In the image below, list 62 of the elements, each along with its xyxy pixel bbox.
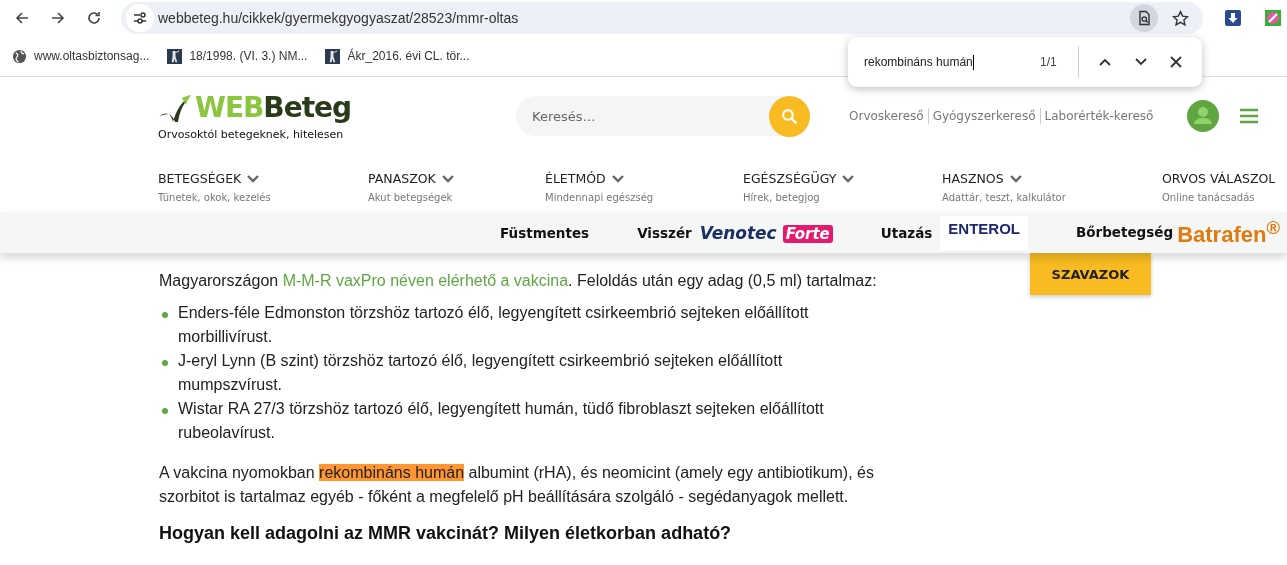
nav-menu-item[interactable]: PANASZOK: [368, 171, 436, 186]
bookmark-favicon-icon: [167, 48, 183, 64]
vote-button[interactable]: SZAVAZOK: [1030, 253, 1151, 295]
search-icon: [781, 108, 798, 125]
list-item: J-eryl Lynn (B szint) törzshöz tartozó élő, legyengített csirkeembrió sejteken előállított mumpszvírust.: [178, 351, 784, 395]
section-heading: Hogyan kell adagolni az MMR vakcinát? Milyen életkorban adható?: [159, 522, 733, 545]
previous-match-icon[interactable]: [1098, 57, 1112, 67]
site-settings-icon[interactable]: [126, 4, 154, 32]
brand-logo[interactable]: Venotec Forte: [699, 222, 833, 243]
next-match-icon[interactable]: [1134, 57, 1148, 67]
nav-subtitle: Online tanácsadás: [1162, 192, 1256, 203]
nav-menu-item[interactable]: HASZNOS: [942, 171, 1004, 186]
logo-swoosh-icon: [158, 93, 192, 124]
nav-subtitle: Tünetek, okok, kezelés: [158, 192, 272, 203]
match-count: 1/1: [1040, 55, 1058, 69]
nav-subtitle: Adattár, teszt, kalkulátor: [942, 192, 1067, 203]
nav-menu-item[interactable]: BETEGSÉGEK: [158, 171, 242, 186]
chevron-icon[interactable]: [842, 174, 855, 183]
bookmark[interactable]: 18/1998. (VI. 3.) NM...: [167, 48, 308, 64]
bookmark[interactable]: www.oltasbiztonsag...: [12, 48, 150, 64]
promo-link[interactable]: Bőrbetegség: [1075, 224, 1174, 241]
nav-subtitle: Mindennapi egészség: [545, 192, 655, 203]
promo-link[interactable]: Füstmentes: [500, 224, 590, 241]
address-bar[interactable]: webbeteg.hu/cikkek/gyermekgyogyaszat/28523/mmr-oltas: [121, 2, 1203, 34]
bookmark-favicon-icon: [325, 48, 341, 64]
reload-icon[interactable]: [86, 10, 102, 26]
nav-menu-item[interactable]: ÉLETMÓD: [545, 171, 606, 186]
promo-link[interactable]: Utazás: [880, 224, 933, 241]
tagline: Orvosoktól betegeknek, hitelesen: [158, 127, 345, 141]
nav-subtitle: Akut betegségek: [368, 192, 454, 203]
globe-icon: [12, 48, 27, 64]
brand-logo[interactable]: ENTEROL: [940, 215, 1028, 250]
paragraph: A vakcina nyomokban rekombináns humán albumint (rHA), és neomicint (amely egy antibiotikum), és szorbitot is tartalmaz egyéb - főként a megfelelő pH beállítására szolgáló - segédanyagok mellett.: [159, 463, 875, 507]
quick-link[interactable]: Gyógyszerkereső: [928, 109, 1040, 123]
star-icon[interactable]: [1172, 9, 1189, 27]
quick-link[interactable]: Orvoskereső: [849, 109, 928, 123]
list-item: Wistar RA 27/3 törzshöz tartozó élő, legyengített humán, tüdő fibroblaszt sejteken előállított rubeolavírust.: [178, 399, 825, 443]
menu-icon[interactable]: [1240, 108, 1259, 124]
close-icon[interactable]: [1170, 56, 1182, 68]
nav-subtitle: Hírek, betegjog: [743, 192, 821, 203]
user-avatar-icon[interactable]: [1187, 100, 1220, 132]
site-logo[interactable]: WEBBeteg: [195, 91, 352, 124]
find-in-page-icon[interactable]: [1130, 4, 1158, 32]
bullet-icon: [162, 408, 168, 414]
chevron-icon[interactable]: [611, 174, 624, 183]
bookmark[interactable]: Ákr_2016. évi CL. tör...: [325, 48, 470, 64]
forward-icon[interactable]: [50, 10, 66, 26]
nav-menu-item[interactable]: EGÉSZSÉGÜGY: [743, 171, 837, 186]
chevron-icon[interactable]: [441, 174, 454, 183]
download-extension-icon[interactable]: [1225, 10, 1241, 26]
list-item: Enders-féle Edmonston törzshöz tartozó élő, legyengített csirkeembrió sejteken előállított morbillivírust.: [178, 303, 810, 347]
quick-link[interactable]: Laborérték-kereső: [1040, 109, 1158, 123]
bullet-icon: [162, 360, 168, 366]
chevron-icon[interactable]: [1009, 174, 1022, 183]
chevron-icon[interactable]: [247, 174, 260, 183]
promo-link[interactable]: Visszér: [637, 224, 692, 241]
bullet-icon: [162, 312, 168, 318]
find-field[interactable]: rekombináns humán: [864, 54, 1040, 70]
blocker-extension-icon[interactable]: [1265, 10, 1281, 26]
paragraph: Magyarországon M-M-R vaxPro néven elérhető a vakcina. Feloldás után egy adag (0,5 ml) tartalmaz:: [159, 271, 878, 291]
nav-menu-item[interactable]: ORVOS VÁLASZOL: [1162, 171, 1276, 186]
back-icon[interactable]: [14, 10, 30, 26]
